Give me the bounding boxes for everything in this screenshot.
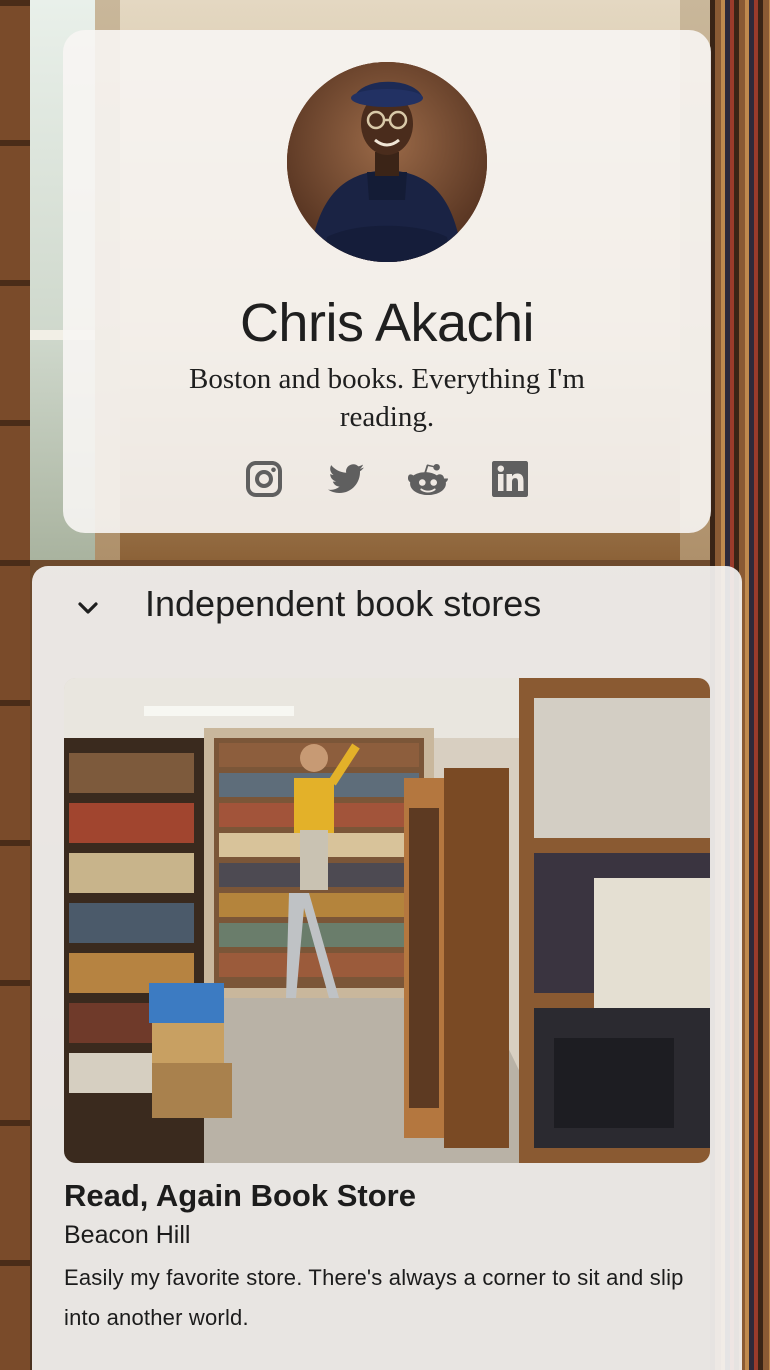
store-name: Read, Again Book Store: [64, 1178, 416, 1213]
instagram-link[interactable]: [243, 458, 285, 500]
social-links: [63, 458, 711, 500]
reddit-link[interactable]: [407, 458, 449, 500]
collection-title: Independent book stores: [145, 583, 542, 624]
chevron-down-icon: [74, 594, 102, 622]
instagram-icon: [246, 461, 282, 497]
collection-card: Independent book stores Read, Again Book…: [32, 566, 742, 1370]
twitter-icon: [328, 464, 364, 493]
store-description: Easily my favorite store. There's always…: [64, 1265, 684, 1330]
profile-name: Chris Akachi: [239, 293, 535, 353]
reddit-icon: [408, 464, 448, 495]
avatar: [287, 62, 487, 262]
collection-toggle[interactable]: Independent book stores: [32, 566, 742, 641]
store-location: Beacon Hill: [64, 1221, 191, 1249]
profile-bio: Boston and books. Everything I'm reading…: [189, 363, 585, 433]
store-photo[interactable]: [64, 678, 710, 1163]
profile-card: Chris Akachi Boston and books. Everythin…: [63, 30, 711, 533]
linkedin-icon: [492, 461, 528, 497]
linkedin-link[interactable]: [489, 458, 531, 500]
twitter-link[interactable]: [325, 458, 367, 500]
